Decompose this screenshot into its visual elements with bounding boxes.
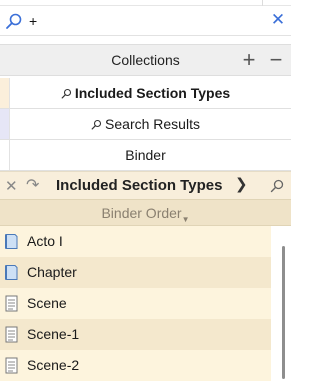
- clear-search-icon[interactable]: ✕: [270, 11, 286, 29]
- search-bar: + ✕: [0, 6, 291, 36]
- folder-doc-icon: [5, 234, 18, 249]
- collection-row-included-section-types[interactable]: Included Section Types: [0, 78, 291, 109]
- search-icon[interactable]: [270, 179, 284, 193]
- collection-color-tab: [0, 109, 10, 139]
- list-item[interactable]: Scene: [0, 288, 271, 319]
- list-item[interactable]: Acto I: [0, 226, 271, 257]
- list-item[interactable]: Chapter: [0, 257, 271, 288]
- text-doc-icon: [5, 357, 18, 374]
- scrollbar[interactable]: [282, 246, 285, 379]
- remove-collection-button[interactable]: −: [265, 48, 287, 72]
- list-item-label: Scene-2: [27, 357, 80, 373]
- folder-doc-icon: [5, 265, 18, 280]
- sort-order-dropdown[interactable]: Binder Order▼: [0, 205, 291, 224]
- collection-row-binder[interactable]: Binder: [0, 140, 291, 171]
- search-input[interactable]: +: [29, 12, 37, 30]
- list-item[interactable]: Scene-1: [0, 319, 271, 350]
- collection-label: Binder: [125, 147, 166, 163]
- collection-color-tab: [0, 78, 10, 108]
- list-item-label: Scene: [27, 295, 67, 311]
- scroll-gutter: [271, 226, 291, 381]
- sort-order-label: Binder Order: [101, 205, 182, 221]
- close-collection-icon[interactable]: ✕: [5, 177, 18, 195]
- collection-row-search-results[interactable]: Search Results: [0, 109, 291, 140]
- binder-header: ✕ ↷ Included Section Types ❯: [0, 171, 291, 199]
- collection-label: Search Results: [105, 116, 200, 132]
- add-collection-button[interactable]: +: [239, 48, 259, 72]
- sort-order-bar: Binder Order▼: [0, 199, 291, 226]
- text-doc-icon: [5, 295, 18, 312]
- list-item-label: Chapter: [27, 264, 77, 280]
- binder-title[interactable]: Included Section Types: [56, 177, 222, 194]
- collections-header: Collections + −: [0, 44, 291, 76]
- list-item[interactable]: Scene-2: [0, 350, 271, 381]
- collection-color-tab: [0, 140, 10, 170]
- list-item-label: Acto I: [27, 233, 63, 249]
- search-collection-icon: [61, 88, 71, 98]
- list-item-label: Scene-1: [27, 326, 80, 342]
- sort-caret-icon: ▼: [181, 215, 190, 224]
- search-icon[interactable]: [5, 12, 23, 30]
- text-doc-icon: [5, 326, 18, 343]
- binder-list: Acto I Chapter Scene Scene-1 Scene-2: [0, 226, 271, 381]
- search-collection-icon: [91, 119, 102, 129]
- chevron-down-icon[interactable]: ❯: [235, 175, 248, 193]
- collection-label: Included Section Types: [74, 85, 231, 101]
- go-to-binder-icon[interactable]: ↷: [26, 175, 39, 195]
